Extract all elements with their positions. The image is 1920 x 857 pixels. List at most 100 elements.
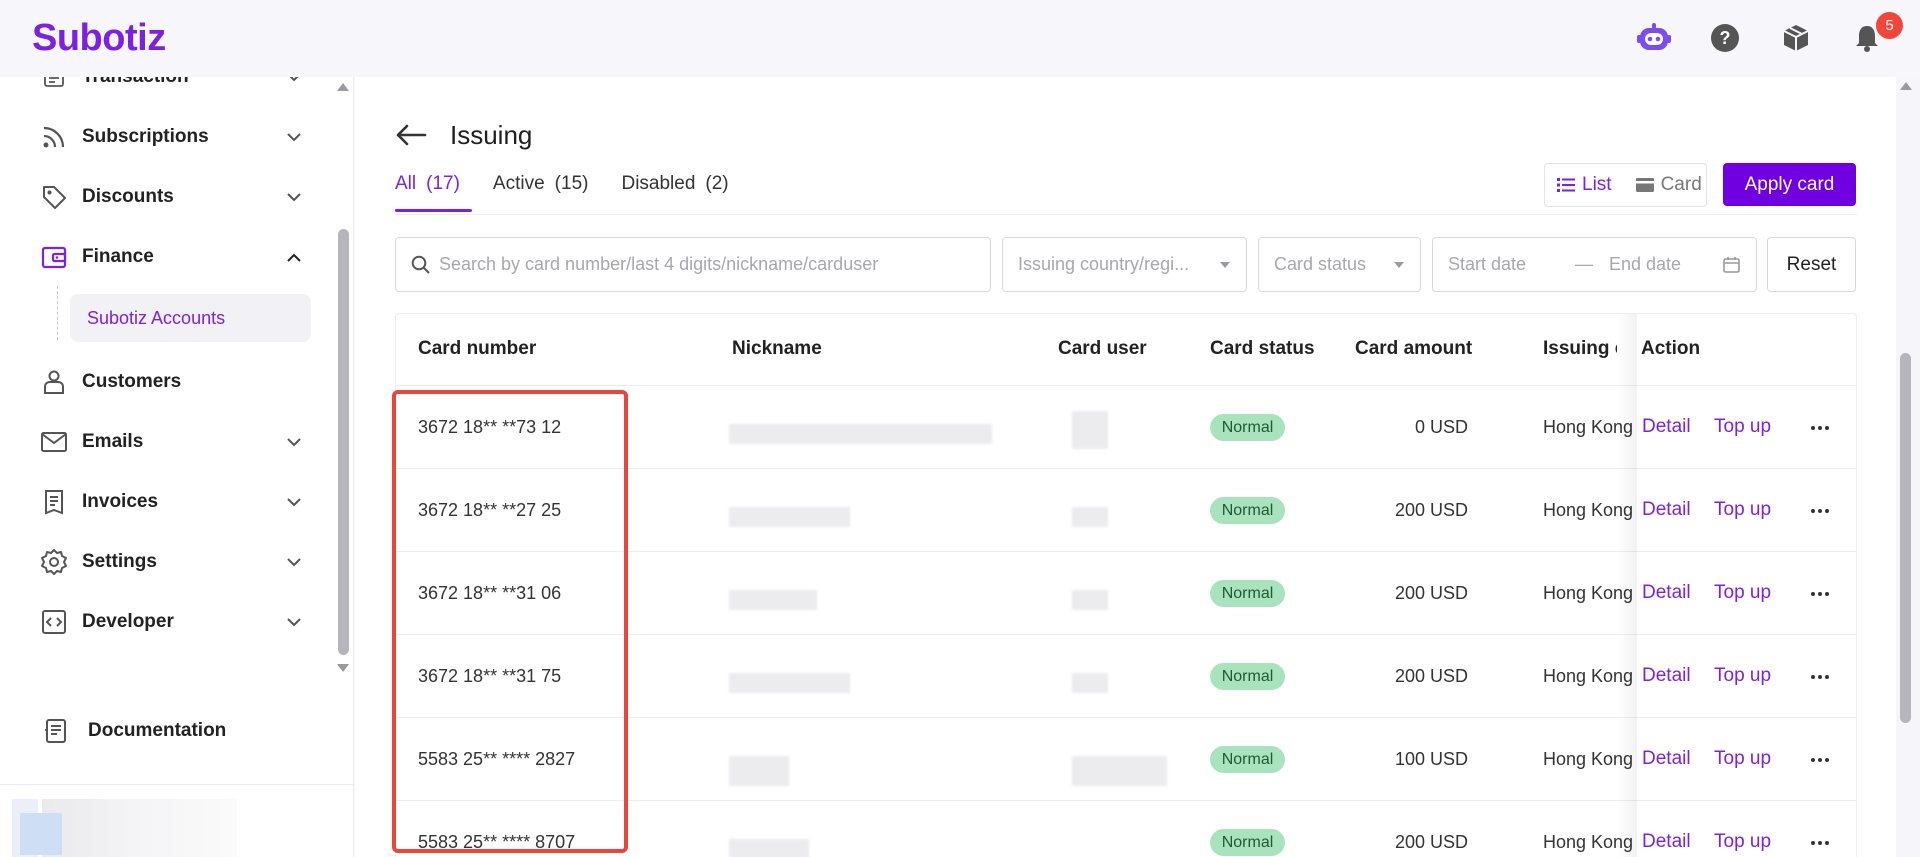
- chevron-down-icon: [283, 186, 305, 208]
- more-options-icon[interactable]: [1808, 748, 1832, 772]
- column-header-card-number: Card number: [418, 338, 537, 359]
- sidebar-item-documentation[interactable]: Documentation: [40, 711, 305, 751]
- sidebar-scroll-thumb[interactable]: [338, 229, 349, 655]
- help-icon[interactable]: ?: [1708, 21, 1742, 55]
- column-header-card-amount: Card amount: [1355, 338, 1473, 359]
- sidebar-item-customers[interactable]: Customers: [40, 362, 305, 402]
- detail-link[interactable]: Detail: [1642, 499, 1691, 521]
- detail-link[interactable]: Detail: [1642, 416, 1691, 438]
- scroll-up-arrow-icon[interactable]: [1900, 82, 1912, 90]
- reset-button[interactable]: Reset: [1767, 237, 1856, 292]
- submenu-guide-line: [57, 286, 58, 340]
- detail-link[interactable]: Detail: [1642, 831, 1691, 853]
- caret-down-icon: [1220, 262, 1230, 268]
- top-up-link[interactable]: Top up: [1714, 831, 1771, 853]
- top-up-link[interactable]: Top up: [1714, 499, 1771, 521]
- top-up-link[interactable]: Top up: [1714, 582, 1771, 604]
- sidebar-item-label: Finance: [82, 246, 154, 267]
- logo[interactable]: Subotiz: [32, 16, 166, 60]
- sidebar-item-label: Invoices: [82, 491, 159, 512]
- sidebar-item-label: Settings: [82, 551, 157, 572]
- receipt-icon: [40, 488, 68, 516]
- tab-count: (15): [554, 173, 589, 194]
- detail-link[interactable]: Detail: [1642, 748, 1691, 770]
- doc-icon: [42, 717, 70, 745]
- column-header-nickname: Nickname: [732, 338, 822, 359]
- column-header-issuing-country: Issuing c: [1543, 338, 1617, 359]
- notification-badge: 5: [1876, 12, 1903, 39]
- main-scroll-thumb[interactable]: [1900, 353, 1911, 723]
- top-header: Subotiz ? 5: [0, 0, 1920, 77]
- chevron-down-icon: [283, 126, 305, 148]
- tab-active[interactable]: Active (15): [493, 168, 589, 214]
- sidebar-divider: [0, 784, 353, 785]
- detail-link[interactable]: Detail: [1642, 582, 1691, 604]
- scroll-down-arrow-icon[interactable]: [337, 664, 349, 672]
- chevron-down-icon: [283, 611, 305, 633]
- top-up-link[interactable]: Top up: [1714, 665, 1771, 687]
- sidebar-item-label: Developer: [82, 611, 174, 632]
- end-date-placeholder: End date: [1609, 254, 1682, 274]
- sidebar-item-label: Documentation: [88, 720, 227, 741]
- chevron-down-icon: [283, 77, 305, 88]
- more-options-icon[interactable]: [1808, 416, 1832, 440]
- more-options-icon[interactable]: [1808, 499, 1832, 523]
- top-up-link[interactable]: Top up: [1714, 748, 1771, 770]
- sidebar-item-discounts[interactable]: Discounts: [40, 177, 305, 217]
- sidebar-item-finance[interactable]: Finance: [40, 237, 305, 277]
- sidebar: Transaction Subscriptions Discounts Fina…: [0, 77, 354, 857]
- card-view-button[interactable]: Card: [1624, 164, 1714, 206]
- country-placeholder: Issuing country/regi...: [1018, 254, 1190, 274]
- bot-icon[interactable]: [1637, 21, 1671, 55]
- page-title: Issuing: [450, 120, 533, 150]
- date-separator: —: [1575, 254, 1593, 274]
- user-profile-redacted[interactable]: [12, 799, 237, 857]
- chevron-down-icon: [283, 551, 305, 573]
- top-up-link[interactable]: Top up: [1714, 416, 1771, 438]
- list-icon: [1557, 178, 1575, 192]
- more-options-icon[interactable]: [1808, 831, 1832, 855]
- detail-link[interactable]: Detail: [1642, 665, 1691, 687]
- sidebar-subitem-subotiz-accounts[interactable]: Subotiz Accounts: [70, 294, 311, 342]
- column-header-card-status: Card status: [1210, 338, 1315, 359]
- sidebar-item-emails[interactable]: Emails: [40, 422, 305, 462]
- sidebar-item-transaction[interactable]: Transaction: [40, 77, 305, 97]
- sidebar-item-developer[interactable]: Developer: [40, 602, 305, 642]
- gear-icon: [40, 548, 68, 576]
- back-button[interactable]: [395, 121, 429, 149]
- tab-label: Active: [492, 173, 545, 194]
- more-options-icon[interactable]: [1808, 582, 1832, 606]
- status-placeholder: Card status: [1274, 254, 1367, 274]
- more-options-icon[interactable]: [1808, 665, 1832, 689]
- sidebar-item-settings[interactable]: Settings: [40, 542, 305, 582]
- tab-disabled[interactable]: Disabled (2): [621, 168, 728, 214]
- fixed-column-shadow: [1617, 314, 1637, 857]
- sidebar-item-label: Subscriptions: [82, 126, 209, 147]
- user-icon: [40, 368, 68, 396]
- list-view-label: List: [1582, 174, 1612, 195]
- scroll-up-arrow-icon[interactable]: [337, 83, 349, 91]
- tab-count: (17): [426, 173, 460, 194]
- start-date-placeholder: Start date: [1448, 254, 1527, 274]
- tabs-divider: [395, 214, 1857, 215]
- apply-card-button[interactable]: Apply card: [1723, 163, 1856, 206]
- sidebar-item-subscriptions[interactable]: Subscriptions: [40, 117, 305, 157]
- sidebar-item-invoices[interactable]: Invoices: [40, 482, 305, 522]
- sidebar-item-label: Discounts: [82, 186, 174, 207]
- sidebar-item-label: Emails: [82, 431, 144, 452]
- svg-text:?: ?: [1720, 28, 1731, 48]
- issuing-country-select[interactable]: Issuing country/regi...: [1002, 237, 1247, 292]
- search-input[interactable]: Search by card number/last 4 digits/nick…: [395, 237, 991, 292]
- date-range-picker[interactable]: Start date — End date: [1432, 237, 1757, 292]
- card-number-highlight-box: [392, 390, 628, 853]
- card-status-select[interactable]: Card status: [1258, 237, 1421, 292]
- avatar: [20, 813, 62, 855]
- box-icon[interactable]: [1779, 21, 1813, 55]
- search-icon: [411, 255, 430, 274]
- sidebar-item-label: Customers: [82, 371, 182, 392]
- tab-label: Disabled: [621, 173, 696, 194]
- tab-label: All: [395, 173, 417, 194]
- list-view-button[interactable]: List: [1545, 164, 1624, 206]
- card-view-label: Card: [1660, 174, 1702, 195]
- tab-all[interactable]: All (17): [395, 168, 472, 214]
